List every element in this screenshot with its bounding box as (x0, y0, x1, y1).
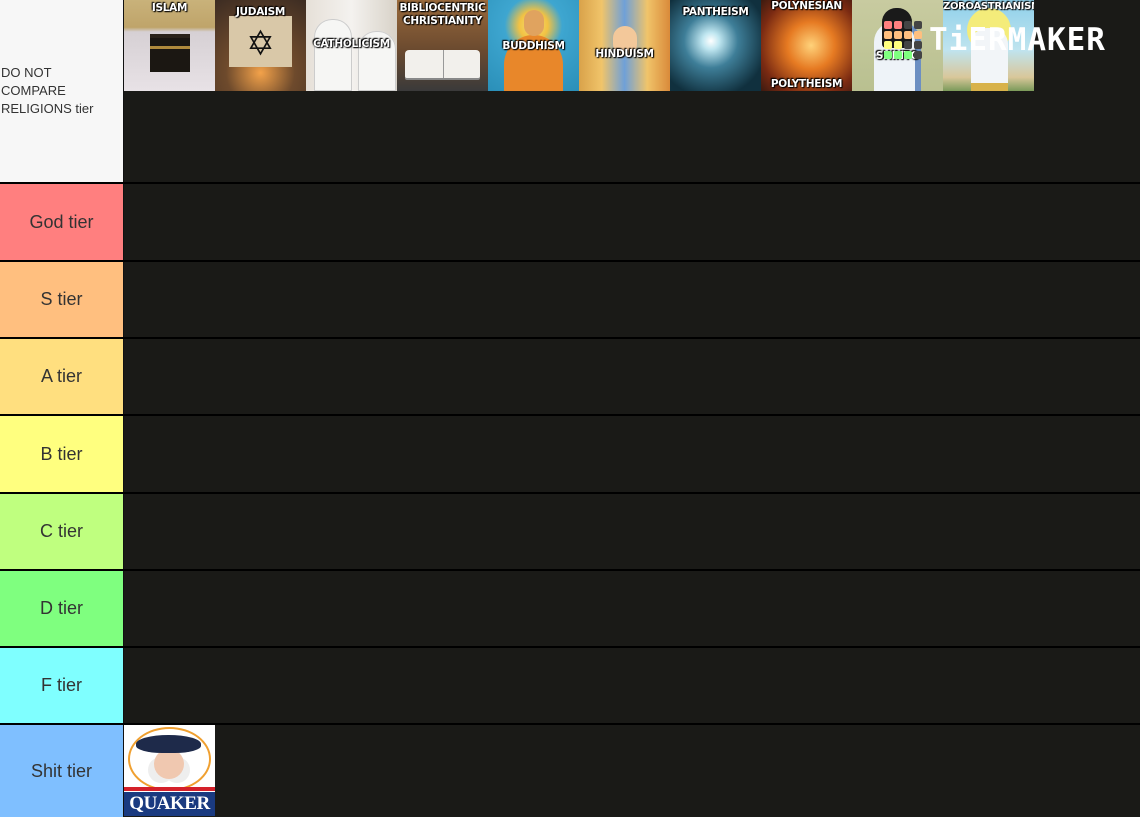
tier-items[interactable] (124, 339, 1140, 414)
tier-row-s: S tier (0, 262, 1140, 339)
tier-label[interactable]: A tier (0, 339, 124, 414)
tier-items[interactable]: QUAKER (124, 725, 1140, 817)
tier-items[interactable] (124, 494, 1140, 569)
tier-items[interactable] (124, 184, 1140, 260)
item-bibliocentric-christianity[interactable]: BIBLIOCENTRIC CHRISTIANITY (397, 0, 488, 91)
logo-grid-square (884, 41, 892, 49)
logo-grid-square (894, 21, 902, 29)
logo-grid-square (884, 21, 892, 29)
tier-label-text: S tier (40, 289, 83, 309)
item-caption: HINDUISM (595, 48, 654, 60)
item-caption: ZOROASTRIANISM (943, 1, 1034, 12)
logo-grid-square (884, 51, 892, 59)
logo-grid-square (884, 31, 892, 39)
logo-grid-square (914, 51, 922, 59)
tier-row-a: A tier (0, 339, 1140, 416)
item-caption: BUDDHISM (502, 40, 565, 52)
item-hinduism[interactable]: HINDUISM (579, 0, 670, 91)
tiermaker-logo[interactable]: TiERMAKER (884, 20, 1106, 60)
item-caption: PANTHEISM (682, 6, 749, 18)
tier-label-text: F tier (40, 675, 82, 695)
tier-row-c: C tier (0, 494, 1140, 571)
item-buddhism[interactable]: BUDDHISM (488, 0, 579, 91)
tier-row-god: God tier (0, 184, 1140, 262)
logo-grid-square (894, 41, 902, 49)
item-caption: BIBLIOCENTRIC CHRISTIANITY (399, 2, 486, 27)
logo-grid-square (914, 31, 922, 39)
item-caption: CATHOLICISM (313, 38, 390, 50)
tier-items[interactable] (124, 648, 1140, 723)
tier-label-text: God tier (29, 211, 94, 232)
tiermaker-grid-icon (884, 21, 922, 59)
logo-grid-square (904, 31, 912, 39)
item-caption: ISLAM (151, 2, 188, 14)
tier-label-text: A tier (40, 366, 83, 386)
tier-row-shit: Shit tier QUAKER (0, 725, 1140, 817)
tier-row-f: F tier (0, 648, 1140, 725)
item-caption: QUAKER (124, 792, 215, 816)
item-islam[interactable]: ISLAM (124, 0, 215, 91)
tier-label-text: C tier (39, 521, 83, 541)
item-polynesian-polytheism[interactable]: POLYNESIAN POLYTHEISM (761, 0, 852, 91)
tier-label-text: B tier (40, 443, 83, 464)
tier-label-text: Shit tier (30, 760, 93, 781)
item-catholicism[interactable]: CATHOLICISM (306, 0, 397, 91)
tier-label[interactable]: God tier (0, 184, 124, 260)
logo-grid-square (914, 41, 922, 49)
item-caption: JUDAISM (235, 6, 286, 18)
logo-grid-square (904, 21, 912, 29)
hinduism-image (579, 0, 670, 91)
item-caption: POLYNESIAN (771, 0, 842, 12)
logo-grid-square (894, 51, 902, 59)
tier-label-text: D tier (39, 598, 83, 618)
tier-items[interactable] (124, 571, 1140, 646)
logo-grid-square (894, 31, 902, 39)
tier-label[interactable]: C tier (0, 494, 124, 569)
tier-label[interactable]: DO NOT COMPARE RELIGIONS tier (0, 0, 124, 182)
item-judaism[interactable]: ✡ JUDAISM (215, 0, 306, 91)
tier-items[interactable] (124, 416, 1140, 492)
tier-label-text: DO NOT COMPARE RELIGIONS tier (1, 65, 94, 116)
item-pantheism[interactable]: PANTHEISM (670, 0, 761, 91)
star-of-david-icon: ✡ (246, 25, 275, 63)
tier-label[interactable]: D tier (0, 571, 124, 646)
tier-label[interactable]: S tier (0, 262, 124, 337)
logo-grid-square (904, 51, 912, 59)
tiermaker-wordmark: TiERMAKER (929, 22, 1106, 58)
tier-label[interactable]: B tier (0, 416, 124, 492)
tier-label[interactable]: F tier (0, 648, 124, 723)
tier-label[interactable]: Shit tier (0, 725, 124, 817)
tier-list-board: DO NOT COMPARE RELIGIONS tier ISLAM ✡ JU… (0, 0, 1140, 817)
item-caption-bottom: POLYTHEISM (770, 78, 843, 90)
item-quaker[interactable]: QUAKER (124, 725, 215, 816)
tier-row-b: B tier (0, 416, 1140, 494)
tier-items[interactable] (124, 262, 1140, 337)
tier-row-d: D tier (0, 571, 1140, 648)
logo-grid-square (914, 21, 922, 29)
logo-grid-square (904, 41, 912, 49)
